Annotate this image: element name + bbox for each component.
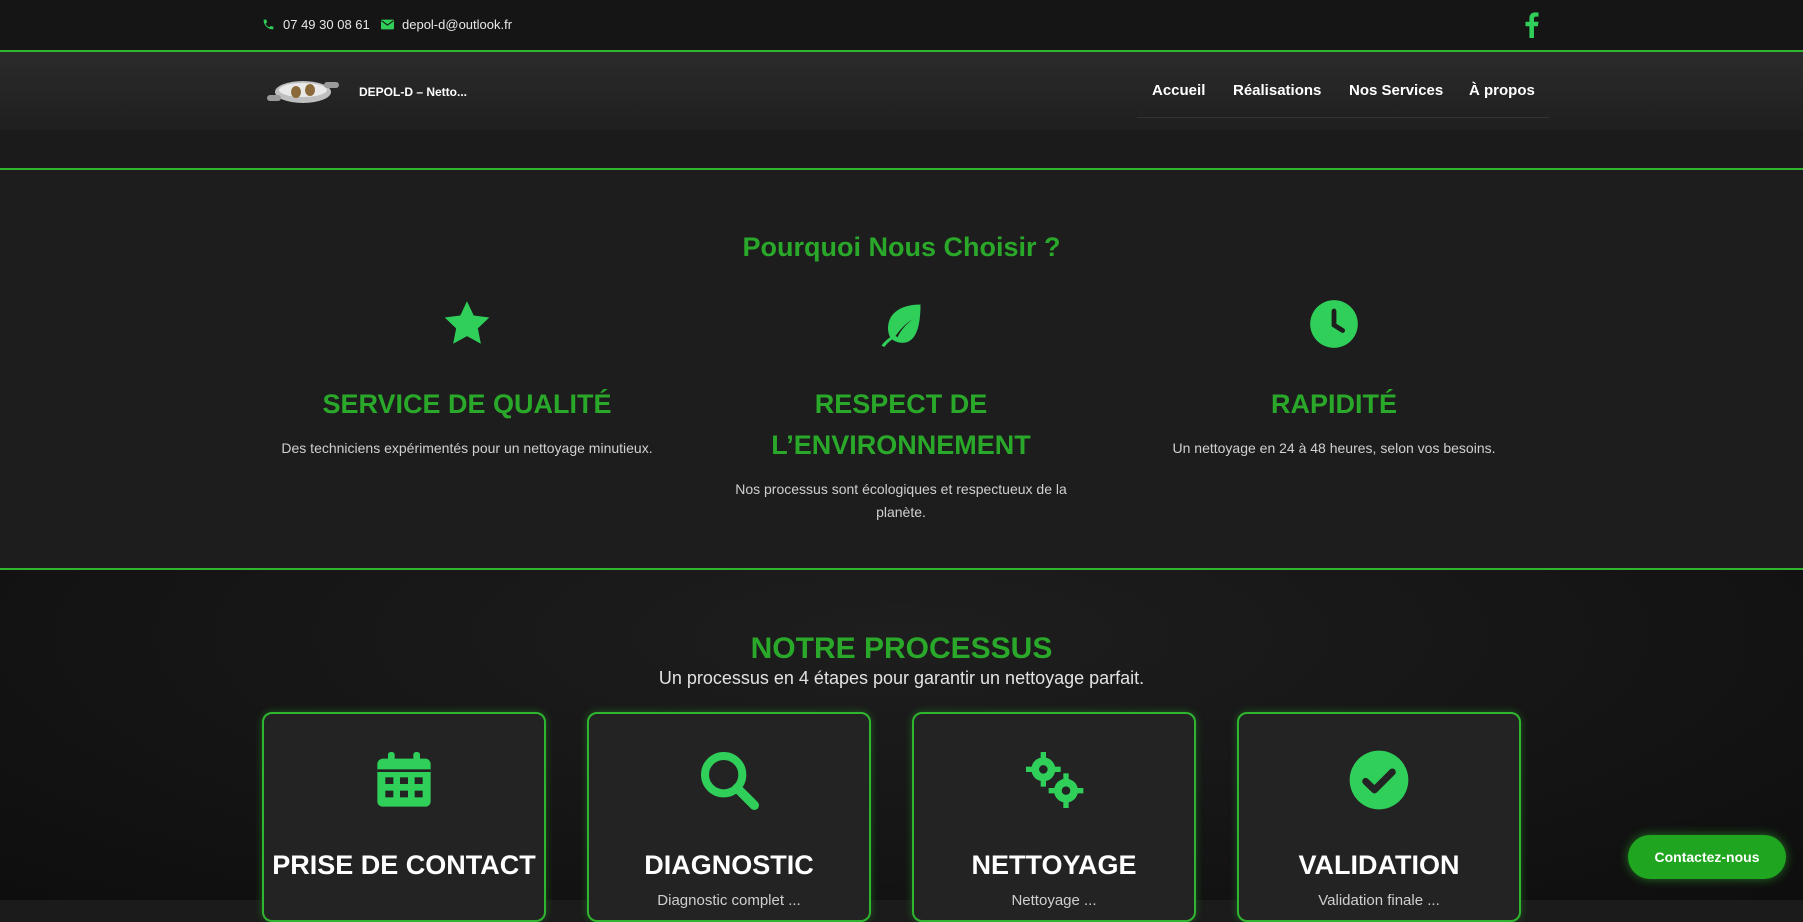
phone-icon (263, 19, 274, 30)
process-section: NOTRE PROCESSUS Un processus en 4 étapes… (0, 570, 1803, 922)
feature-text: Des techniciens expérimentés pour un net… (281, 440, 653, 456)
clock-icon (1310, 300, 1358, 348)
site-brand[interactable]: DEPOL-D – Netto... (359, 85, 467, 99)
nav-realisations[interactable]: Réalisations (1233, 82, 1321, 99)
process-step-card: DIAGNOSTIC Diagnostic complet ... (587, 712, 871, 922)
why-title: Pourquoi Nous Choisir ? (742, 232, 1061, 262)
feature-title: RESPECT DE L’ENVIRONNEMENT (771, 389, 1031, 460)
star-icon (444, 301, 490, 344)
feature-speed: RAPIDITÉ Un nettoyage en 24 à 48 heures,… (1134, 298, 1534, 460)
step-text: Validation finale ... (1318, 892, 1440, 909)
process-step-card: VALIDATION Validation finale ... (1237, 712, 1521, 922)
phone-contact[interactable]: 07 49 30 08 61 (262, 17, 370, 32)
feature-text: Nos processus sont écologiques et respec… (735, 481, 1067, 520)
top-contact-bar: 07 49 30 08 61 depol-d@outlook.fr (0, 0, 1803, 52)
process-step-card: PRISE DE CONTACT (262, 712, 546, 922)
section-divider (0, 130, 1803, 170)
envelope-icon (381, 19, 394, 30)
feature-text: Un nettoyage en 24 à 48 heures, selon vo… (1172, 440, 1496, 456)
step-text: Nettoyage ... (1011, 892, 1097, 909)
search-icon (701, 752, 759, 810)
process-step-card: NETTOYAGE Nettoyage ... (912, 712, 1196, 922)
leaf-icon (881, 304, 921, 347)
contact-us-button[interactable]: Contactez-nous (1628, 835, 1786, 879)
email-address: depol-d@outlook.fr (402, 17, 513, 32)
feature-quality: SERVICE DE QUALITÉ Des techniciens expér… (267, 298, 667, 460)
why-choose-us-section: Pourquoi Nous Choisir ? SERVICE DE QUALI… (0, 170, 1803, 570)
cogs-icon (1026, 752, 1084, 808)
nav-accueil[interactable]: Accueil (1152, 82, 1205, 99)
process-subtitle: Un processus en 4 étapes pour garantir u… (658, 668, 1145, 688)
feature-title: RAPIDITÉ (1270, 389, 1397, 419)
step-title: PRISE DE CONTACT (272, 850, 536, 880)
nav-a-propos[interactable]: À propos (1469, 82, 1535, 99)
catalytic-converter-logo[interactable] (266, 72, 340, 112)
step-title: NETTOYAGE (971, 850, 1137, 880)
process-title: NOTRE PROCESSUS (750, 632, 1053, 665)
feature-environment: RESPECT DE L’ENVIRONNEMENT Nos processus… (701, 298, 1101, 524)
email-contact[interactable]: depol-d@outlook.fr (381, 17, 512, 32)
step-text: Diagnostic complet ... (657, 892, 801, 909)
main-navbar: DEPOL-D – Netto... Accueil Réalisations … (0, 52, 1803, 130)
phone-number: 07 49 30 08 61 (283, 17, 370, 32)
step-title: DIAGNOSTIC (644, 850, 814, 880)
main-nav: Accueil Réalisations Nos Services À prop… (1137, 52, 1549, 118)
facebook-icon[interactable] (1523, 12, 1541, 38)
step-title: VALIDATION (1298, 850, 1460, 880)
calendar-icon (377, 752, 431, 807)
feature-title: SERVICE DE QUALITÉ (322, 389, 612, 419)
check-circle-icon (1349, 750, 1409, 810)
nav-nos-services[interactable]: Nos Services (1349, 82, 1443, 99)
